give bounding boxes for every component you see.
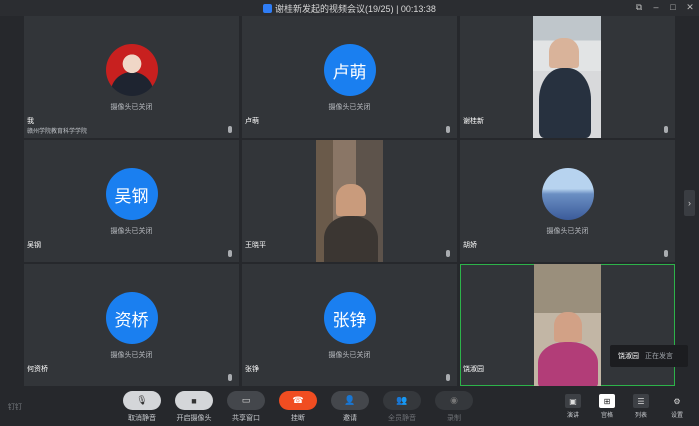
hangup-label: 挂断: [291, 415, 305, 422]
participant-name: 我: [27, 118, 34, 125]
list-icon: ☰: [633, 394, 649, 408]
camera-button[interactable]: ■ 开启摄像头: [174, 391, 214, 423]
participant-name: 王晓平: [245, 242, 266, 249]
record-icon: ◉: [435, 391, 473, 410]
participant-tile-speaking[interactable]: 饶淑园: [460, 264, 675, 386]
camera-off-text: 摄像头已关闭: [110, 228, 153, 235]
participant-name: 张铮: [245, 366, 259, 373]
window-title-text: 谢桂新发起的视频会议(19/25) | 00:13:38: [275, 4, 436, 14]
participant-name: 饶淑园: [463, 366, 484, 373]
avatar: 资桥: [105, 292, 158, 344]
grid-view-icon: ⊞: [599, 394, 615, 408]
hangup-button[interactable]: ☎ 挂断: [278, 391, 318, 423]
speaker-status: 正在发言: [645, 353, 673, 360]
camera-off-text: 摄像头已关闭: [546, 228, 589, 235]
participant-org: 赣州学院教育科学学院: [27, 129, 88, 135]
meeting-toolbar: 钉钉 🎙 取消静音 ■ 开启摄像头 ▭ 共享窗口 ☎ 挂断 👤 邀请 👥 全员静…: [0, 388, 699, 426]
participant-tile[interactable]: 吴钢 摄像头已关闭 吴钢: [24, 140, 239, 262]
avatar: [105, 44, 158, 96]
list-view-button[interactable]: ☰ 列表: [627, 394, 655, 419]
next-page-chevron-icon[interactable]: ›: [684, 190, 695, 216]
speaker-view-icon: ▣: [565, 394, 581, 408]
video-grid: 摄像头已关闭 我 赣州学院教育科学学院 卢萌 摄像头已关闭 卢萌 谢桂新 吴钢 …: [24, 16, 675, 387]
camera-off-icon: ■: [175, 391, 213, 410]
person-head: [554, 312, 582, 342]
add-person-icon: 👤: [331, 391, 369, 410]
close-icon[interactable]: ✕: [685, 2, 695, 12]
window-title: 谢桂新发起的视频会议(19/25) | 00:13:38: [0, 2, 699, 15]
maximize-icon[interactable]: □: [668, 2, 678, 12]
gallery-view-button[interactable]: ⊞ 宫格: [593, 394, 621, 419]
mic-icon: [664, 250, 668, 257]
avatar: 吴钢: [105, 168, 158, 220]
participant-name: 卢萌: [245, 118, 259, 125]
speaker-view-button[interactable]: ▣ 演讲: [559, 394, 587, 419]
record-label: 录制: [447, 415, 461, 422]
active-speaker-badge: 饶淑园 正在发言: [610, 345, 688, 367]
person-head: [549, 38, 579, 68]
camera-off-text: 摄像头已关闭: [110, 352, 153, 359]
video-feed: [533, 16, 601, 138]
speaker-name: 饶淑园: [618, 353, 639, 360]
unmute-button[interactable]: 🎙 取消静音: [122, 391, 162, 423]
mic-icon: [664, 126, 668, 133]
list-view-label: 列表: [634, 413, 647, 419]
mic-icon: [446, 126, 450, 133]
record-button[interactable]: ◉ 录制: [434, 391, 474, 423]
participant-tile[interactable]: 卢萌 摄像头已关闭 卢萌: [242, 16, 457, 138]
camera-off-text: 摄像头已关闭: [328, 352, 371, 359]
avatar: [541, 168, 594, 220]
phone-hangup-icon: ☎: [279, 391, 317, 410]
video-feed: [316, 140, 383, 262]
invite-label: 邀请: [343, 415, 357, 422]
participant-tile[interactable]: 张铮 摄像头已关闭 张铮: [242, 264, 457, 386]
mic-icon: [228, 250, 232, 257]
mute-all-label: 全员静音: [388, 415, 416, 422]
brand-logo: 钉钉: [8, 404, 22, 411]
person-body: [324, 216, 378, 262]
participant-name: 何资桥: [27, 366, 48, 373]
speaker-view-label: 演讲: [566, 413, 579, 419]
mic-icon: [228, 374, 232, 381]
person-head: [336, 184, 366, 216]
unmute-label: 取消静音: [128, 415, 156, 422]
participant-tile[interactable]: 王晓平: [242, 140, 457, 262]
camera-off-text: 摄像头已关闭: [110, 104, 153, 111]
participant-name: 吴钢: [27, 242, 41, 249]
participant-tile[interactable]: 摄像头已关闭 胡娇: [460, 140, 675, 262]
share-label: 共享窗口: [232, 415, 260, 422]
minimize-icon[interactable]: –: [651, 2, 661, 12]
mic-off-icon: 🎙: [123, 391, 161, 410]
participant-tile[interactable]: 谢桂新: [460, 16, 675, 138]
camera-off-text: 摄像头已关闭: [328, 104, 371, 111]
participant-name: 胡娇: [463, 242, 477, 249]
mic-icon: [446, 250, 450, 257]
avatar: 张铮: [323, 292, 376, 344]
title-bar: 谢桂新发起的视频会议(19/25) | 00:13:38 ⧉ – □ ✕: [0, 0, 699, 16]
share-window-button[interactable]: ▭ 共享窗口: [226, 391, 266, 423]
settings-label: 设置: [670, 413, 683, 419]
mic-icon: [228, 126, 232, 133]
video-feed: [534, 264, 601, 386]
popout-icon[interactable]: ⧉: [634, 2, 644, 12]
camera-label: 开启摄像头: [176, 415, 212, 422]
invite-button[interactable]: 👤 邀请: [330, 391, 370, 423]
mute-all-icon: 👥: [383, 391, 421, 410]
person-body: [538, 342, 598, 386]
gear-icon: ⚙: [673, 396, 681, 406]
person-body: [539, 68, 591, 138]
settings-button[interactable]: ⚙ 设置: [663, 394, 691, 420]
participant-tile[interactable]: 资桥 摄像头已关闭 何资桥: [24, 264, 239, 386]
share-screen-icon: ▭: [227, 391, 265, 410]
mute-all-button[interactable]: 👥 全员静音: [382, 391, 422, 423]
participant-tile-me[interactable]: 摄像头已关闭 我 赣州学院教育科学学院: [24, 16, 239, 138]
gallery-view-label: 宫格: [600, 413, 613, 419]
participant-name: 谢桂新: [463, 118, 484, 125]
avatar: 卢萌: [323, 44, 376, 96]
mic-icon: [446, 374, 450, 381]
meeting-lock-icon: [263, 4, 273, 13]
